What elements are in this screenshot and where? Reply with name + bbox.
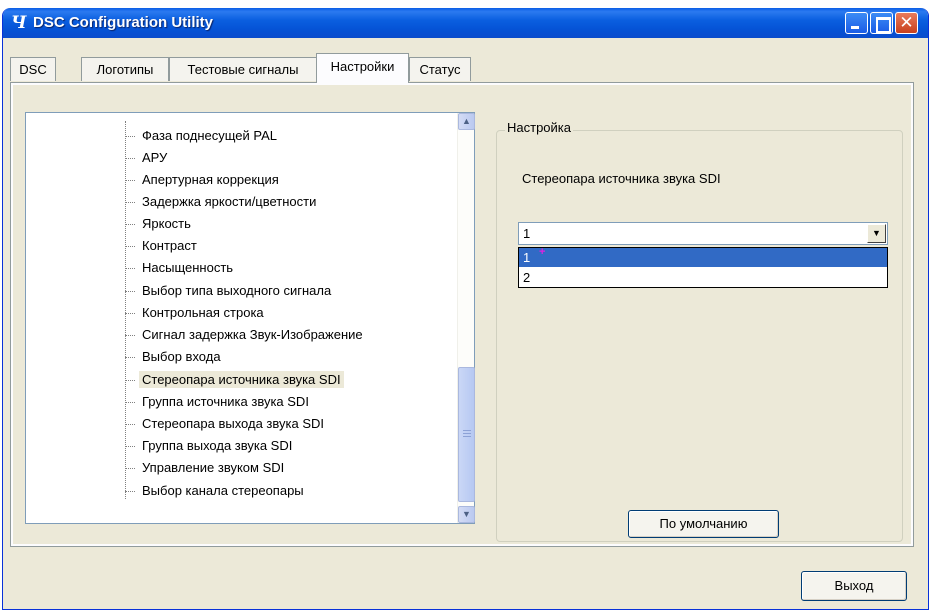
tree-item[interactable]: Апертурная коррекция: [121, 170, 282, 190]
tree-item[interactable]: Фаза поднесущей PAL: [121, 126, 280, 146]
dropdown-option-1[interactable]: 1: [519, 248, 887, 267]
minimize-button[interactable]: [845, 12, 868, 34]
scroll-thumb[interactable]: [458, 367, 475, 502]
close-icon: ✕: [899, 13, 914, 33]
grip-icon: [463, 430, 471, 437]
tree-item[interactable]: Яркость: [121, 214, 194, 234]
tree-item[interactable]: Выбор типа выходного сигнала: [121, 281, 334, 301]
dropdown-button[interactable]: ▼: [867, 224, 886, 243]
title-bar[interactable]: Ч DSC Configuration Utility ✕: [3, 8, 928, 38]
chevron-down-icon: ▼: [872, 228, 881, 238]
tab-logos[interactable]: Логотипы: [81, 57, 169, 81]
tree-item[interactable]: Управление звуком SDI: [121, 458, 287, 478]
stereo-pair-combobox[interactable]: 1 ▼: [518, 222, 888, 245]
field-label: Стереопара источника звука SDI: [522, 171, 721, 186]
tree-scrollbar[interactable]: ▲ ▼: [457, 113, 475, 523]
window-title: DSC Configuration Utility: [33, 14, 213, 31]
scroll-up-button[interactable]: ▲: [458, 113, 475, 130]
dropdown-list[interactable]: 1 2: [518, 247, 888, 288]
tab-settings[interactable]: Настройки: [316, 53, 409, 83]
dropdown-option-2[interactable]: 2: [519, 268, 887, 287]
settings-tree[interactable]: Фаза поднесущей PAL АРУ Апертурная корре…: [25, 112, 475, 524]
tree-item[interactable]: АРУ: [121, 148, 170, 168]
chevron-down-icon: ▼: [462, 509, 471, 519]
chevron-up-icon: ▲: [462, 116, 471, 126]
tree-item[interactable]: Выбор входа: [121, 347, 224, 367]
scroll-down-button[interactable]: ▼: [458, 506, 475, 523]
tree-item[interactable]: Контраст: [121, 236, 200, 256]
tab-dsc[interactable]: DSC: [10, 57, 56, 81]
tree-item[interactable]: Группа выхода звука SDI: [121, 436, 295, 456]
mouse-cursor-icon: +: [539, 246, 546, 258]
combobox-value: 1: [523, 226, 531, 241]
maximize-button[interactable]: [870, 12, 893, 34]
tree-item[interactable]: Задержка яркости/цветности: [121, 192, 319, 212]
tree-item-selected[interactable]: Стереопара источника звука SDI: [121, 370, 344, 390]
exit-button[interactable]: Выход: [801, 571, 907, 601]
tree-item[interactable]: Группа источника звука SDI: [121, 392, 312, 412]
settings-group-box: [496, 130, 903, 542]
tab-status[interactable]: Статус: [409, 57, 471, 81]
close-button[interactable]: ✕: [895, 12, 918, 34]
tab-test-signals[interactable]: Тестовые сигналы: [169, 57, 317, 81]
tree-item[interactable]: Контрольная строка: [121, 303, 267, 323]
tree-item[interactable]: Стереопара выхода звука SDI: [121, 414, 327, 434]
tree-item[interactable]: Сигнал задержка Звук-Изображение: [121, 325, 366, 345]
group-title: Настройка: [505, 120, 573, 135]
tree-item[interactable]: Насыщенность: [121, 258, 236, 278]
default-button[interactable]: По умолчанию: [628, 510, 779, 538]
tree-item[interactable]: Выбор канала стереопары: [121, 481, 307, 501]
app-logo-icon: Ч: [11, 13, 27, 33]
